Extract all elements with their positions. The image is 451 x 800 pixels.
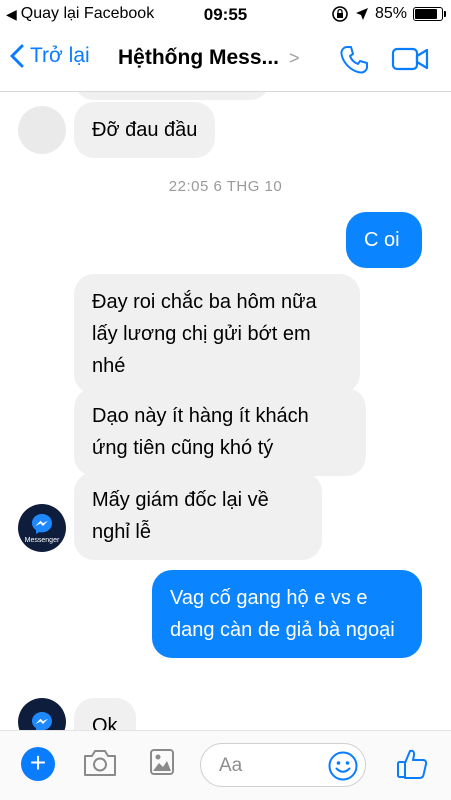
camera-icon	[84, 750, 116, 776]
image-icon	[150, 749, 174, 775]
emoji-icon	[328, 751, 358, 781]
conversation-header: Trở lại Hệthống Mess... >	[0, 30, 451, 92]
back-button-label: Trở lại	[30, 44, 90, 67]
message-bubble-incoming: Ok	[74, 698, 136, 730]
message-timestamp: 22:05 6 THG 10	[168, 178, 283, 195]
back-button[interactable]: Trở lại	[10, 44, 90, 68]
conversation-title[interactable]: Hệthống Mess... >	[118, 46, 300, 70]
messenger-logo-icon	[32, 712, 52, 730]
messenger-avatar	[18, 698, 66, 730]
avatar-label: Messenger	[24, 537, 60, 544]
messenger-logo-icon	[32, 514, 52, 534]
message-input[interactable]	[219, 755, 319, 777]
messenger-avatar: Messenger	[18, 504, 66, 552]
voice-call-button[interactable]	[338, 44, 370, 81]
plus-icon: +	[29, 747, 47, 778]
avatar	[18, 106, 66, 154]
phone-icon	[340, 46, 368, 74]
battery-percent: 85%	[374, 5, 407, 22]
message-list[interactable]: Đỡ đau đầu 22:05 6 THG 10 C oi Đay roi c…	[0, 92, 451, 730]
video-call-button[interactable]	[391, 46, 429, 77]
message-bubble-incoming: Dạo này ít hàng ít khách ứng tiên cũng k…	[74, 388, 366, 476]
chevron-right-icon: >	[289, 47, 300, 68]
emoji-button[interactable]	[327, 750, 359, 787]
message-bubble-partial	[74, 92, 270, 100]
composer-bar: +	[0, 730, 451, 800]
message-bubble-incoming: Đỡ đau đầu	[74, 102, 216, 158]
location-arrow-icon	[355, 8, 368, 20]
back-chevron-icon	[10, 44, 24, 68]
photo-button[interactable]	[148, 747, 176, 782]
battery-icon	[413, 7, 446, 21]
video-icon	[391, 47, 429, 71]
more-actions-button[interactable]: +	[21, 747, 55, 781]
status-bar: ◀ Quay lại Facebook 09:55 85%	[0, 0, 451, 30]
status-right: 85%	[331, 5, 446, 23]
camera-button[interactable]	[82, 748, 118, 783]
thumbs-up-icon	[397, 749, 428, 779]
message-input-container[interactable]	[200, 743, 366, 787]
like-button[interactable]	[395, 747, 429, 786]
message-bubble-outgoing: C oi	[346, 212, 422, 268]
message-bubble-outgoing: Vag cố gang hộ e vs e dang càn de giả bà…	[152, 570, 422, 658]
message-bubble-incoming: Đay roi chắc ba hôm nữa lấy lương chị gử…	[74, 274, 360, 394]
battery-fill	[415, 9, 438, 19]
message-bubble-incoming: Mấy giám đốc lại về nghỉ lễ	[74, 472, 322, 560]
conversation-title-text: Hệthống Mess...	[118, 46, 280, 69]
rotation-lock-icon	[332, 6, 348, 22]
